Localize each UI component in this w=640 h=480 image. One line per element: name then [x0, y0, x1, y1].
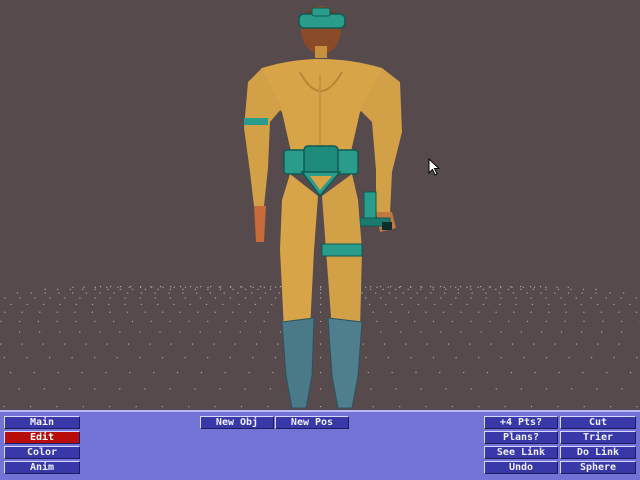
cut-button[interactable]: Cut [560, 416, 636, 429]
add-4-pts-button[interactable]: +4 Pts? [484, 416, 558, 429]
new-obj-button[interactable]: New Obj [200, 416, 274, 429]
left-leg [280, 174, 318, 330]
do-link-button[interactable]: Do Link [560, 446, 636, 459]
plans-button[interactable]: Plans? [484, 431, 558, 444]
3d-viewport[interactable] [0, 0, 640, 410]
menu-anim-button[interactable]: Anim [4, 461, 80, 474]
mouse-cursor-icon [428, 158, 440, 176]
trier-button[interactable]: Trier [560, 431, 636, 444]
menu-color-button[interactable]: Color [4, 446, 80, 459]
new-pos-button[interactable]: New Pos [275, 416, 349, 429]
undo-button[interactable]: Undo [484, 461, 558, 474]
editor-toolbar: Main Edit Color Anim New Obj New Pos +4 … [0, 410, 640, 480]
character-model[interactable] [0, 0, 640, 410]
menu-main-button[interactable]: Main [4, 416, 80, 429]
see-link-button[interactable]: See Link [484, 446, 558, 459]
menu-edit-button[interactable]: Edit [4, 431, 80, 444]
boots [281, 317, 363, 409]
sphere-button[interactable]: Sphere [560, 461, 636, 474]
head [298, 6, 346, 58]
